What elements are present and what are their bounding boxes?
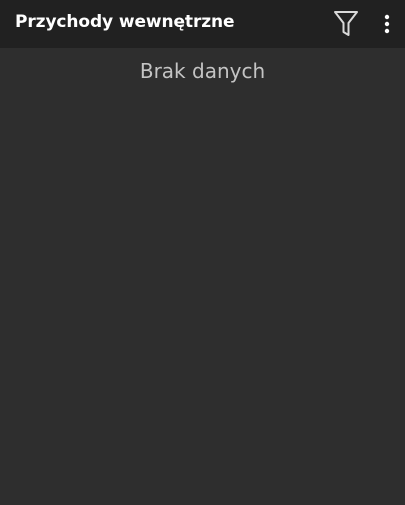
empty-state-message: Brak danych (139, 59, 266, 83)
toolbar-title: Przychody wewnętrzne (15, 12, 235, 32)
more-vertical-icon (384, 14, 390, 34)
filter-icon (334, 11, 358, 36)
app-toolbar: Przychody wewnętrzne (0, 0, 405, 48)
content-area: Brak danych (0, 48, 405, 505)
app-screen: Przychody wewnętrzne Brak danych (0, 0, 405, 505)
overflow-menu-button[interactable] (376, 8, 398, 40)
filter-button[interactable] (330, 6, 362, 42)
